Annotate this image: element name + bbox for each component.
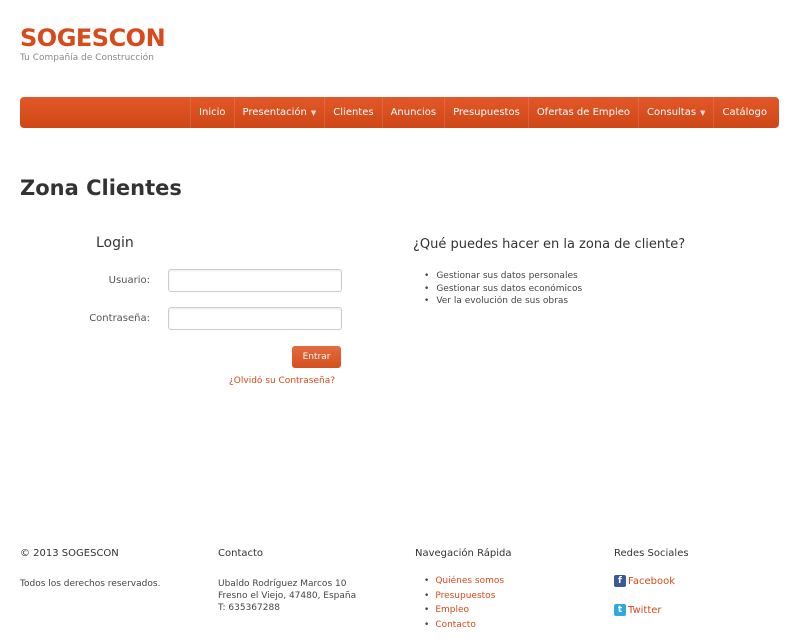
nav-item-anuncios[interactable]: Anuncios bbox=[381, 97, 444, 128]
chevron-down-icon: ▼ bbox=[700, 109, 706, 117]
nav-label: Presentación bbox=[242, 107, 307, 118]
facebook-icon: f bbox=[614, 575, 626, 587]
footer-contact: Contacto Ubaldo Rodríguez Marcos 10 Fres… bbox=[218, 548, 356, 614]
login-submit-button[interactable]: Entrar bbox=[292, 346, 341, 368]
nav-item-clientes[interactable]: Clientes bbox=[324, 97, 381, 128]
nav-item-ofertas-empleo[interactable]: Ofertas de Empleo bbox=[527, 97, 638, 128]
social-heading: Redes Sociales bbox=[614, 548, 689, 559]
nav-item-catalogo[interactable]: Catálogo bbox=[713, 97, 775, 128]
rights-text: Todos los derechos reservados. bbox=[20, 579, 161, 589]
nav-label: Catálogo bbox=[722, 107, 767, 118]
footer-copyright: © 2013 SOGESCON Todos los derechos reser… bbox=[20, 548, 160, 590]
footer-quick-nav: Navegación Rápida Quiénes somos Presupue… bbox=[415, 548, 512, 632]
nav-label: Ofertas de Empleo bbox=[536, 107, 631, 118]
twitter-label: Twitter bbox=[628, 604, 662, 616]
nav-item-consultas[interactable]: Consultas ▼ bbox=[638, 97, 713, 128]
forgot-password-link[interactable]: ¿Olvidó su Contraseña? bbox=[229, 376, 335, 386]
username-label: Usuario: bbox=[108, 275, 150, 286]
password-input[interactable] bbox=[168, 307, 342, 330]
username-input[interactable] bbox=[168, 269, 342, 292]
twitter-icon: t bbox=[614, 604, 626, 616]
contact-phone: T: 635367288 bbox=[218, 603, 280, 613]
brand-logo-text[interactable]: SOGESCON bbox=[20, 24, 166, 52]
footer-link-contacto[interactable]: Contacto bbox=[424, 618, 512, 633]
login-title: Login bbox=[96, 235, 134, 251]
nav-label: Consultas bbox=[647, 107, 697, 118]
footer-link-quienes-somos[interactable]: Quiénes somos bbox=[424, 574, 512, 589]
client-zone-feature-list: Gestionar sus datos personales Gestionar… bbox=[424, 270, 582, 308]
contact-address-line2: Fresno el Viejo, 47480, España bbox=[218, 591, 357, 601]
quick-nav-list: Quiénes somos Presupuestos Empleo Contac… bbox=[424, 574, 512, 632]
brand[interactable]: SOGESCON Tu Compañía de Construcción bbox=[20, 24, 166, 63]
list-item: Gestionar sus datos personales bbox=[424, 270, 582, 283]
footer-link-presupuestos[interactable]: Presupuestos bbox=[424, 589, 512, 604]
quick-nav-heading: Navegación Rápida bbox=[415, 548, 512, 559]
nav-label: Inicio bbox=[199, 107, 226, 118]
nav-label: Anuncios bbox=[390, 107, 437, 118]
chevron-down-icon: ▼ bbox=[310, 109, 317, 117]
nav-label: Presupuestos bbox=[453, 107, 520, 118]
list-item: Gestionar sus datos económicos bbox=[424, 283, 582, 296]
footer-social: Redes Sociales f Facebook t Twitter bbox=[614, 548, 689, 616]
nav-label: Clientes bbox=[333, 107, 374, 118]
copyright-heading: © 2013 SOGESCON bbox=[20, 548, 119, 559]
nav-item-inicio[interactable]: Inicio bbox=[190, 97, 233, 128]
footer-link-empleo[interactable]: Empleo bbox=[424, 603, 512, 618]
nav-item-presupuestos[interactable]: Presupuestos bbox=[444, 97, 528, 128]
page-title: Zona Clientes bbox=[20, 176, 182, 200]
client-zone-info-title: ¿Qué puedes hacer en la zona de cliente? bbox=[413, 237, 686, 252]
contact-heading: Contacto bbox=[218, 548, 264, 559]
password-label: Contraseña: bbox=[89, 313, 150, 324]
contact-address-line1: Ubaldo Rodríguez Marcos 10 bbox=[218, 579, 347, 589]
nav-item-presentacion[interactable]: Presentación ▼ bbox=[233, 97, 325, 128]
brand-tagline: Tu Compañía de Construcción bbox=[20, 53, 154, 63]
facebook-link[interactable]: f Facebook bbox=[614, 575, 689, 587]
list-item: Ver la evolución de sus obras bbox=[424, 295, 582, 308]
facebook-label: Facebook bbox=[628, 575, 675, 587]
main-navbar: Inicio Presentación ▼ Clientes Anuncios P… bbox=[20, 97, 779, 128]
twitter-link[interactable]: t Twitter bbox=[614, 604, 689, 616]
